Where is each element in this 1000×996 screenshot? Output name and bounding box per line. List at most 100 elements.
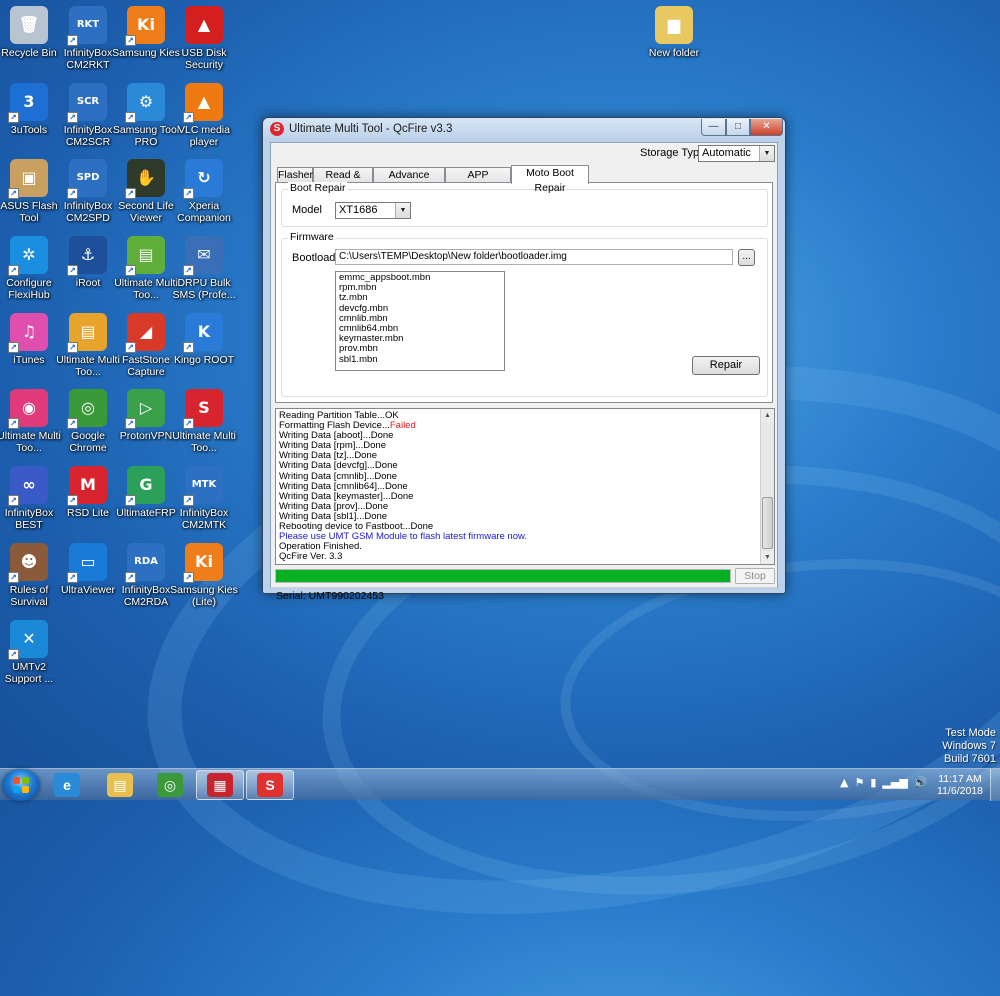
icon-glyph: Ki xyxy=(195,552,213,571)
qcfire-icon: S xyxy=(257,773,283,797)
internet-explorer-icon: e xyxy=(54,773,80,797)
desktop-shortcut-label: UMTv2 Support ... xyxy=(4,661,54,685)
log-output[interactable]: Reading Partition Table...OK Formatting F… xyxy=(275,408,775,565)
firmware-file-list[interactable]: emmc_appsboot.mbn rpm.mbn tz.mbn devcfg.mbn… xyxy=(335,271,505,371)
scroll-down-arrow-icon[interactable]: ▼ xyxy=(761,551,774,564)
title-bar[interactable]: S Ultimate Multi Tool - QcFire v3.3 — □ … xyxy=(263,118,785,142)
desktop-shortcut[interactable]: ↻ ↗ Xperia Companion xyxy=(169,159,239,224)
icon-glyph: RKT xyxy=(76,19,100,30)
desktop-shortcut[interactable]: S ↗ Ultimate Multi Too... xyxy=(169,389,239,454)
taskbar-app-button[interactable]: S xyxy=(246,770,294,800)
umtv2-support-icon: ✕ ↗ xyxy=(8,620,48,660)
bootloader-path-input[interactable]: C:\Users\TEMP\Desktop\New folder\bootloa… xyxy=(335,249,733,265)
minimize-button[interactable]: — xyxy=(701,119,726,136)
shortcut-arrow-icon: ↗ xyxy=(67,342,78,353)
desktop-shortcut[interactable]: ✕ ↗ UMTv2 Support ... xyxy=(0,620,64,685)
tray-icon[interactable]: 🔊 xyxy=(914,776,928,789)
status-divider xyxy=(271,587,777,588)
shortcut-arrow-icon: ↗ xyxy=(183,495,194,506)
shortcut-arrow-icon: ↗ xyxy=(8,342,19,353)
tray-icon[interactable]: ▂▄▆ xyxy=(882,776,907,789)
icon-glyph: Ki xyxy=(137,15,155,34)
icon-glyph: ☻ xyxy=(20,552,38,571)
shortcut-arrow-icon: ↗ xyxy=(8,649,19,660)
taskbar-app-button[interactable]: e xyxy=(43,770,91,800)
shortcut-arrow-icon: ↗ xyxy=(8,265,19,276)
infinitybox-scr-icon: SCR ↗ xyxy=(67,83,107,123)
browse-button[interactable]: ... xyxy=(738,249,755,266)
taskbar-app-button[interactable]: ▦ xyxy=(196,770,244,800)
shortcut-arrow-icon: ↗ xyxy=(125,265,136,276)
desktop-shortcut-label: Xperia Companion xyxy=(177,200,231,224)
start-button[interactable] xyxy=(2,769,40,801)
desktop-shortcut[interactable]: MTK ↗ InfinityBox CM2MTK xyxy=(169,466,239,531)
shortcut-arrow-icon: ↗ xyxy=(183,265,194,276)
tab-flasher[interactable]: Flasher xyxy=(277,167,313,183)
desktop-shortcut[interactable]: Ki ↗ Samsung Kies (Lite) xyxy=(169,543,239,608)
scroll-thumb[interactable] xyxy=(762,497,773,549)
clock[interactable]: 11:17 AM 11/6/2018 xyxy=(934,773,986,797)
desktop-shortcut-label: Samsung Kies (Lite) xyxy=(170,584,238,608)
tray-icon[interactable]: ▲ xyxy=(840,776,848,789)
tab-read-tools[interactable]: Read & Tools xyxy=(313,167,373,196)
tab-moto-boot-repair[interactable]: Moto Boot Repair xyxy=(511,165,589,194)
ultimate-multi-tool-icon: ▤ ↗ xyxy=(67,313,107,353)
chevron-down-icon[interactable]: ▼ xyxy=(395,203,410,218)
desktop-shortcut[interactable]: ▲ ↗ VLC media player xyxy=(169,83,239,148)
model-select[interactable]: XT1686 ▼ xyxy=(335,202,411,219)
close-button[interactable]: ✕ xyxy=(750,119,783,136)
tab-advance-flasher[interactable]: Advance Flasher xyxy=(373,167,445,196)
windows-logo-icon xyxy=(13,777,29,793)
desktop-shortcut-label: Ultimate Multi Too... xyxy=(172,430,236,454)
shortcut-arrow-icon: ↗ xyxy=(67,418,78,429)
tray-icon[interactable]: ▮ xyxy=(870,776,876,789)
stop-button[interactable]: Stop xyxy=(735,568,775,584)
desktop-shortcut[interactable]: ✉ ↗ DRPU Bulk SMS (Profe... xyxy=(169,236,239,301)
taskbar-app-button[interactable]: ◎ xyxy=(146,770,194,800)
faststone-capture-icon: ◢ ↗ xyxy=(125,313,165,353)
log-scrollbar[interactable]: ▲ ▼ xyxy=(760,409,774,564)
scroll-up-arrow-icon[interactable]: ▲ xyxy=(761,409,774,422)
windows-test-mode-watermark: Test Mode Windows 7 Build 7601 xyxy=(942,727,996,766)
recycle-bin-icon: 🗑 xyxy=(10,6,48,44)
rsd-lite-icon: M ↗ xyxy=(67,466,107,506)
shortcut-arrow-icon: ↗ xyxy=(67,112,78,123)
icon-glyph: ▷ xyxy=(139,398,153,417)
shortcut-arrow-icon: ↗ xyxy=(8,572,19,583)
shortcut-arrow-icon: ↗ xyxy=(67,35,78,46)
samsung-tool-pro-icon: ⚙ ↗ xyxy=(125,83,165,123)
progress-fill xyxy=(276,570,730,582)
tab-app-converter[interactable]: APP Converter xyxy=(445,167,511,196)
desktop-shortcut[interactable]: ▲ USB Disk Security xyxy=(169,6,239,71)
chrome-icon: ◎ xyxy=(157,773,183,797)
serial-status: Serial: UMT990202453 xyxy=(276,590,384,602)
icon-glyph: ▲ xyxy=(197,92,211,111)
icon-glyph: ▤ xyxy=(138,245,154,264)
firmware-group: Firmware Bootloader C:\Users\TEMP\Deskto… xyxy=(281,231,768,397)
storage-type-select[interactable]: Automatic ▼ xyxy=(698,145,775,162)
chevron-down-icon[interactable]: ▼ xyxy=(759,146,774,161)
shortcut-arrow-icon: ↗ xyxy=(125,495,136,506)
taskbar: e ▤ ◎ ▦ S ▲ ⚑ ▮ ▂▄▆ 🔊 11:17 AM 11/6/2018 xyxy=(0,768,1000,801)
desktop-shortcut[interactable]: K ↗ Kingo ROOT xyxy=(169,313,239,366)
icon-glyph: ✋ xyxy=(136,168,156,187)
icon-glyph: ◉ xyxy=(22,398,36,417)
qcfire-window: S Ultimate Multi Tool - QcFire v3.3 — □ … xyxy=(262,117,786,602)
firmware-file-item[interactable]: sbl1.mbn xyxy=(339,354,501,365)
model-value: XT1686 xyxy=(339,204,378,216)
desktop-shortcut[interactable]: ▆ New folder xyxy=(639,6,709,59)
firmware-group-title: Firmware xyxy=(288,231,336,243)
shortcut-arrow-icon: ↗ xyxy=(67,188,78,199)
samsung-kies-lite-icon: Ki ↗ xyxy=(183,543,223,583)
maximize-button[interactable]: □ xyxy=(726,119,750,136)
repair-button[interactable]: Repair xyxy=(692,356,760,375)
tray-icon[interactable]: ⚑ xyxy=(854,776,864,789)
shortcut-arrow-icon: ↗ xyxy=(67,495,78,506)
watermark-line: Windows 7 xyxy=(942,740,996,752)
ultimatefrp-icon: G ↗ xyxy=(125,466,165,506)
icon-glyph: K xyxy=(197,322,211,341)
taskbar-app-button[interactable]: ▤ xyxy=(96,770,144,800)
show-desktop-button[interactable] xyxy=(990,769,1000,801)
infinitybox-rda-icon: RDA ↗ xyxy=(125,543,165,583)
boot-repair-group-title: Boot Repair xyxy=(288,182,348,194)
